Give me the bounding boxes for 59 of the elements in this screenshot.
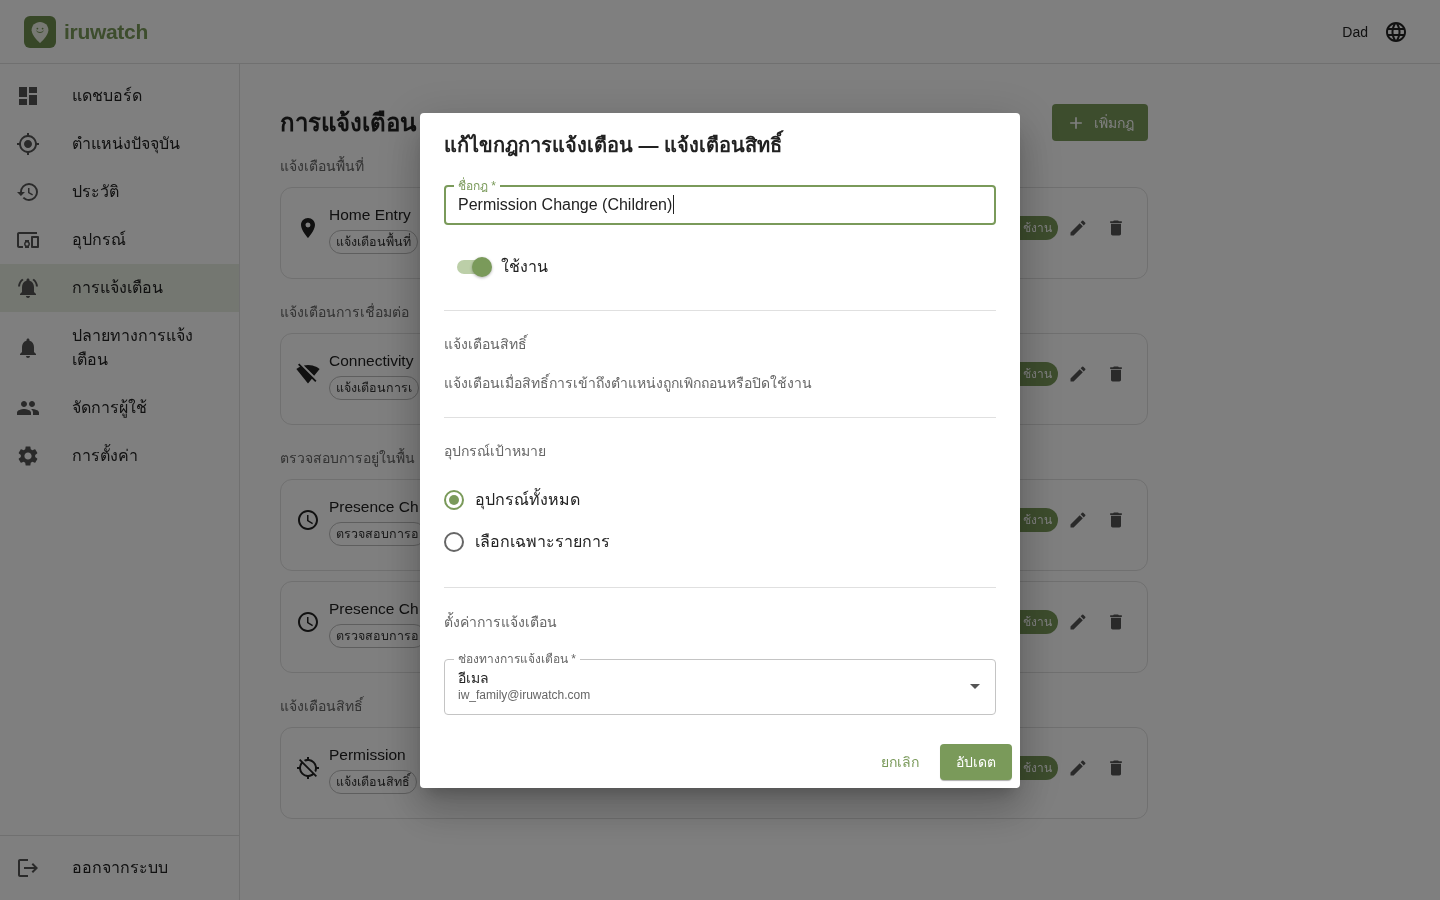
user-name: Dad bbox=[1342, 23, 1368, 40]
pencil-icon bbox=[1068, 218, 1088, 238]
rule-title: Permission bbox=[329, 744, 406, 765]
section-heading: แจ้งเตือนพื้นที่ bbox=[280, 157, 364, 175]
rule-title: Connectivity bbox=[329, 350, 414, 371]
section-heading: ตรวจสอบการอยู่ในพื้น bbox=[280, 449, 415, 467]
dialog-title: แก้ไขกฎการแจ้งเตือน — แจ้งเตือนสิทธิ์ bbox=[420, 112, 1020, 177]
status-tag: ช้งาน bbox=[1020, 610, 1058, 634]
radio-button[interactable] bbox=[444, 531, 464, 552]
pencil-icon bbox=[1068, 612, 1088, 632]
sidebar-item[interactable]: ตำแหน่งปัจจุบัน bbox=[0, 120, 239, 168]
logout-item[interactable]: ออกจากระบบ bbox=[0, 844, 239, 892]
dashboard-icon bbox=[16, 84, 40, 108]
field-label: ชื่อกฎ * bbox=[454, 177, 500, 194]
status-tag: ช้งาน bbox=[1020, 508, 1058, 532]
clock-icon bbox=[296, 508, 320, 532]
ringing-bell-icon bbox=[16, 276, 40, 300]
section-caption: อุปกรณ์เป้าหมาย bbox=[444, 441, 547, 461]
status-tag: ช้งาน bbox=[1020, 216, 1058, 240]
dropdown-caret-icon bbox=[970, 684, 980, 689]
history-icon bbox=[16, 180, 40, 204]
brand-name: iruwatch bbox=[64, 19, 148, 44]
switch-label: ใช้งาน bbox=[501, 256, 548, 277]
section-caption: ตั้งค่าการแจ้งเตือน bbox=[444, 611, 558, 632]
section-caption: แจ้งเตือนสิทธิ์ bbox=[444, 333, 529, 354]
wifi-off-icon bbox=[296, 362, 320, 386]
sidebar-item[interactable]: การตั้งค่า bbox=[0, 432, 239, 480]
globe-icon bbox=[1384, 19, 1408, 44]
section-heading: แจ้งเตือนการเชื่อมต่อ bbox=[280, 303, 409, 321]
clock-icon bbox=[296, 610, 320, 634]
sidebar-item[interactable]: การแจ้งเตือน bbox=[0, 264, 239, 312]
sidebar-item[interactable]: จัดการผู้ใช้ bbox=[0, 384, 239, 432]
page-title: การแจ้งเตือน bbox=[280, 108, 416, 138]
radio-label: อุปกรณ์ทั้งหมด bbox=[475, 487, 580, 512]
section-heading: แจ้งเตือนสิทธิ์ bbox=[280, 697, 363, 715]
gear-icon bbox=[16, 444, 40, 468]
sidebar-item[interactable]: ปลายทางการแจ้งเตือน bbox=[0, 312, 239, 384]
rule-title: Presence Ch bbox=[329, 496, 419, 517]
radio-label: เลือกเฉพาะรายการ bbox=[475, 532, 610, 552]
sidebar-item[interactable]: อุปกรณ์ bbox=[0, 216, 239, 264]
cancel-button[interactable]: ยกเลิก bbox=[868, 743, 932, 780]
rule-description: แจ้งเตือนเมื่อสิทธิ์การเข้าถึงตำแหน่งถูกเพิกถอนหรือปิดใช้งาน bbox=[444, 372, 813, 393]
pencil-icon bbox=[1068, 510, 1088, 530]
pencil-icon bbox=[1068, 364, 1088, 384]
rule-title: Presence Ch bbox=[329, 598, 419, 619]
text-cursor bbox=[673, 195, 675, 214]
logo-icon bbox=[24, 15, 56, 48]
crosshair-off-icon bbox=[296, 756, 320, 780]
status-tag: ช้งาน bbox=[1020, 756, 1058, 780]
logout-icon bbox=[16, 856, 40, 880]
sidebar-item[interactable]: ประวัติ bbox=[0, 168, 239, 216]
pencil-icon bbox=[1068, 758, 1088, 778]
enabled-switch[interactable] bbox=[456, 256, 492, 277]
rule-title: Home Entry bbox=[329, 204, 411, 225]
crosshair-icon bbox=[16, 132, 40, 156]
status-tag: ช้งาน bbox=[1020, 362, 1058, 386]
update-button[interactable]: อัปเดต bbox=[940, 743, 1012, 780]
radio-button[interactable] bbox=[444, 489, 464, 510]
sidebar-item[interactable]: แดชบอร์ด bbox=[0, 72, 239, 120]
